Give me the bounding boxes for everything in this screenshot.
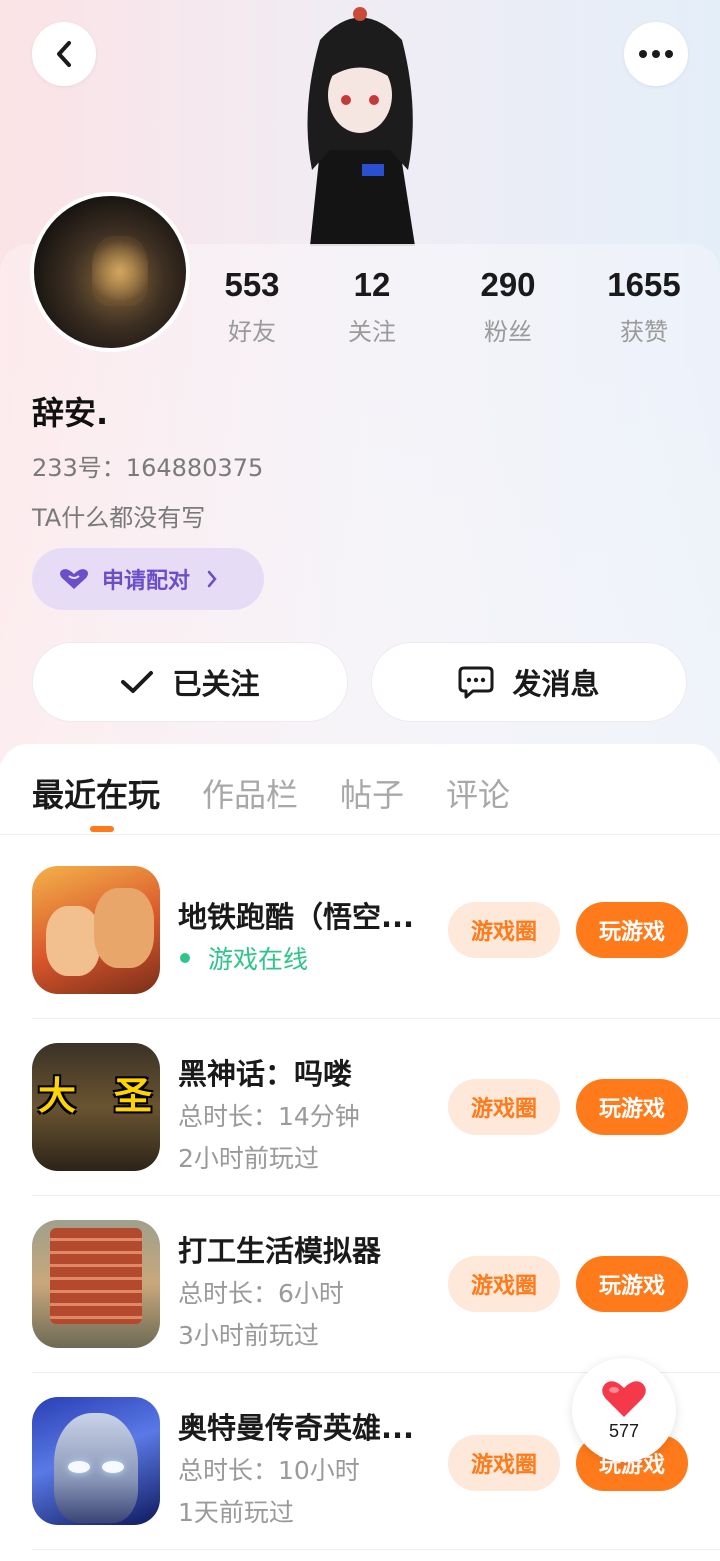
stat-likes[interactable]: 1655 获赞 (584, 266, 704, 347)
divider (32, 1549, 720, 1550)
stat-value: 290 (480, 266, 536, 303)
play-game-button[interactable]: 玩游戏 (576, 902, 688, 958)
divider (0, 834, 720, 835)
stat-value: 1655 (607, 266, 681, 303)
game-icon-text: 圣 (114, 1074, 153, 1118)
tab-recently-played[interactable]: 最近在玩 (32, 770, 160, 818)
stat-fans[interactable]: 290 粉丝 (448, 266, 568, 347)
game-title: 地铁跑酷（悟空... (178, 900, 415, 934)
user-name: 辞安. (32, 394, 109, 432)
chat-bubble-icon (458, 666, 494, 699)
game-icon-subway-surfers (32, 866, 160, 994)
game-duration: 总时长：6小时 (178, 1279, 344, 1308)
tab-comments[interactable]: 评论 (446, 770, 510, 818)
game-circle-button[interactable]: 游戏圈 (448, 1256, 560, 1312)
stat-following[interactable]: 12 关注 (312, 266, 432, 347)
play-game-button[interactable]: 玩游戏 (576, 1079, 688, 1135)
game-title: 打工生活模拟器 (178, 1234, 382, 1268)
tab-posts[interactable]: 帖子 (340, 770, 404, 818)
heart-pair-icon (60, 569, 88, 589)
game-icon-ultraman (32, 1397, 160, 1525)
game-row-subway-surfers[interactable]: 地铁跑酷（悟空... 游戏在线 游戏圈 玩游戏 (32, 866, 720, 994)
online-status-label: 游戏在线 (208, 945, 309, 974)
chevron-left-icon (57, 41, 71, 67)
message-button-label: 发消息 (512, 667, 600, 701)
chevron-right-icon (207, 570, 217, 588)
more-dots-icon (639, 50, 673, 58)
divider (32, 1195, 720, 1196)
online-dot-icon (180, 953, 190, 963)
game-icon-text: 大 (38, 1074, 77, 1118)
game-duration: 总时长：10小时 (178, 1456, 360, 1485)
pair-request-button[interactable]: 申请配对 (32, 548, 264, 610)
heart-icon (602, 1380, 646, 1417)
back-button[interactable] (32, 22, 96, 86)
game-last-played: 2小时前玩过 (178, 1144, 319, 1173)
game-circle-button[interactable]: 游戏圈 (448, 1079, 560, 1135)
tab-bar: 最近在玩 作品栏 帖子 评论 (32, 770, 552, 818)
game-row-work-life-simulator[interactable]: 打工生活模拟器 总时长：6小时 3小时前玩过 游戏圈 玩游戏 (32, 1220, 720, 1350)
send-message-button[interactable]: 发消息 (371, 642, 687, 722)
game-circle-button[interactable]: 游戏圈 (448, 902, 560, 958)
avatar-character-figure (307, 7, 415, 246)
avatar[interactable] (30, 192, 190, 352)
game-title: 奥特曼传奇英雄... (178, 1411, 415, 1445)
like-button[interactable]: 577 (572, 1358, 676, 1462)
game-online-status: 游戏在线 (178, 940, 308, 976)
like-count: 577 (608, 1420, 640, 1441)
pair-button-label: 申请配对 (102, 569, 191, 594)
stat-value: 12 (353, 266, 391, 303)
follow-button-label: 已关注 (172, 667, 260, 701)
follow-button[interactable]: 已关注 (32, 642, 348, 722)
stat-label: 获赞 (620, 318, 668, 346)
user-bio: TA什么都没有写 (32, 504, 206, 532)
stat-value: 553 (224, 266, 280, 303)
game-last-played: 1天前玩过 (178, 1498, 294, 1527)
game-icon-work-life-simulator (32, 1220, 160, 1348)
game-last-played: 3小时前玩过 (178, 1321, 319, 1350)
game-circle-button[interactable]: 游戏圈 (448, 1435, 560, 1491)
game-duration: 总时长：14分钟 (178, 1102, 360, 1131)
divider (32, 1018, 720, 1019)
user-id: 233号：164880375 (32, 454, 264, 482)
tab-works[interactable]: 作品栏 (202, 770, 298, 818)
stat-friends[interactable]: 553 好友 (192, 266, 312, 347)
stat-label: 好友 (228, 318, 276, 346)
more-options-button[interactable] (624, 22, 688, 86)
play-game-button[interactable]: 玩游戏 (576, 1256, 688, 1312)
check-icon (121, 671, 154, 693)
stat-label: 关注 (348, 318, 396, 346)
game-row-black-myth[interactable]: 大 圣 黑神话：吗喽 总时长：14分钟 2小时前玩过 游戏圈 玩游戏 (32, 1043, 720, 1173)
stat-label: 粉丝 (484, 318, 532, 346)
game-title: 黑神话：吗喽 (178, 1057, 353, 1091)
game-icon-black-myth: 大 圣 (32, 1043, 160, 1171)
active-tab-indicator (90, 826, 114, 832)
